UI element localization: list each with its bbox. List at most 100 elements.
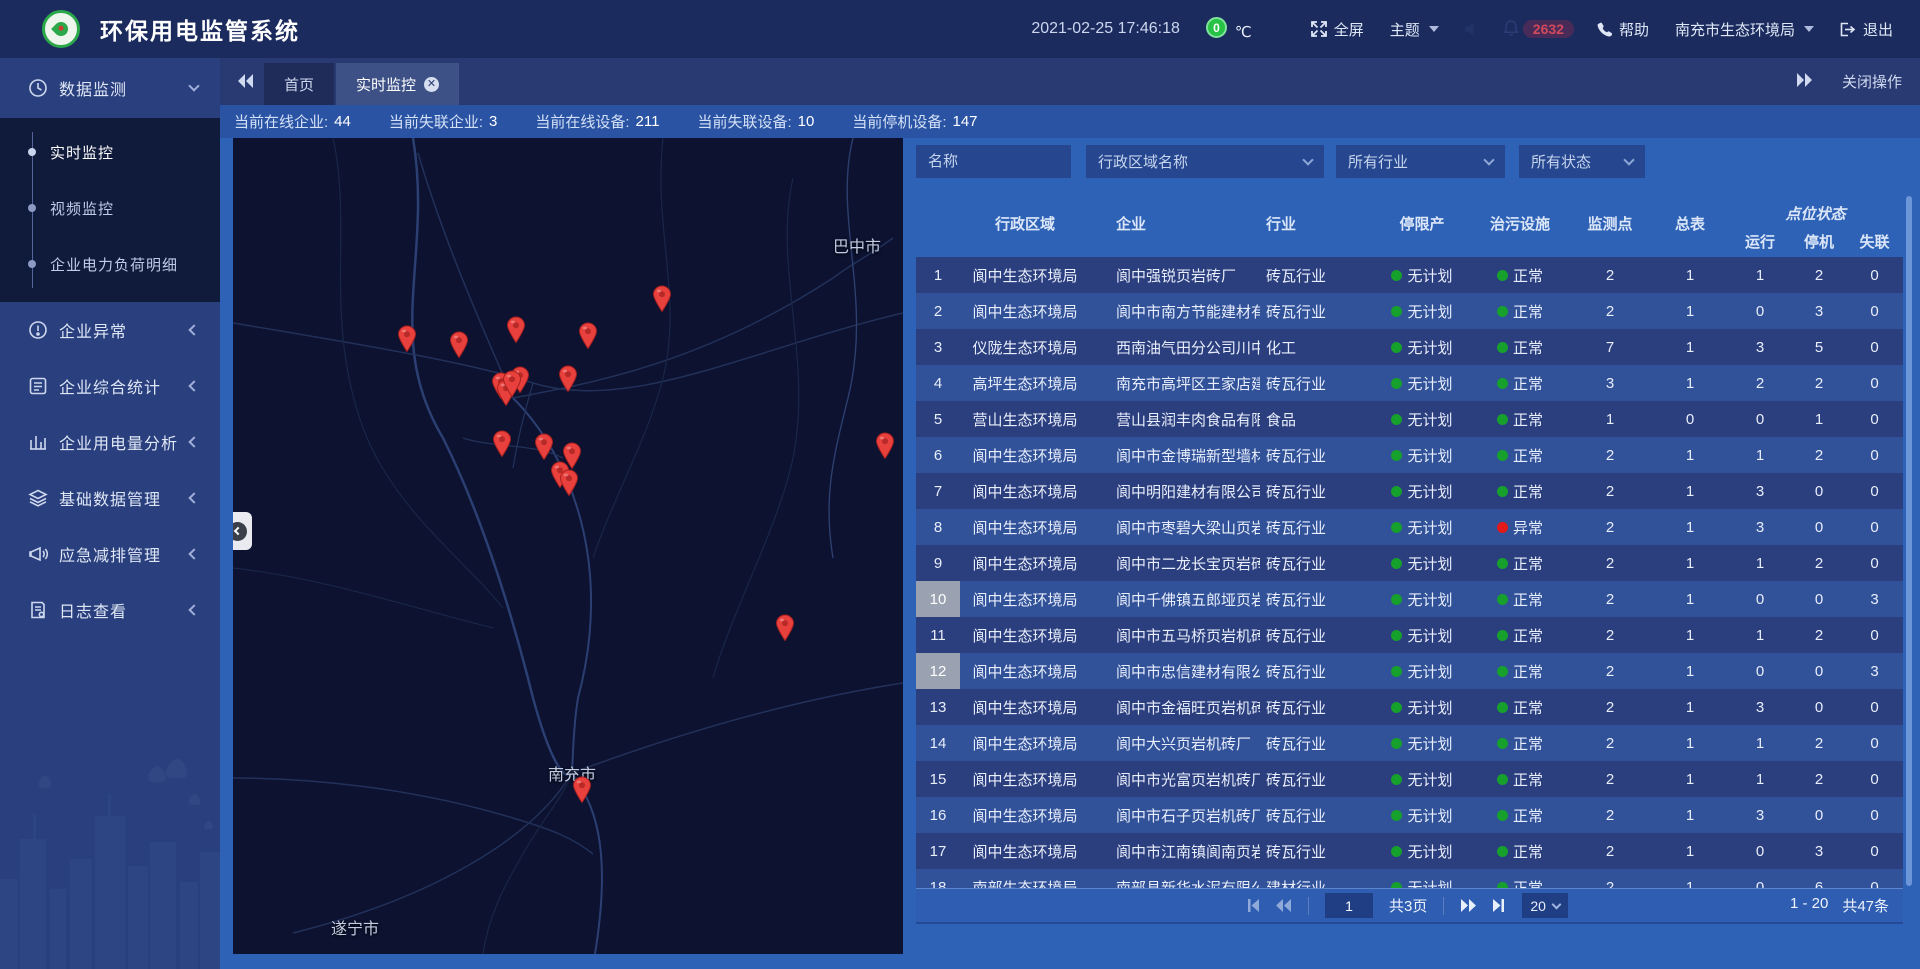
stat-value: 147 [953,113,978,130]
table-row[interactable]: 1阆中生态环境局阆中强锐页岩砖厂砖瓦行业无计划正常21120 [916,257,1903,293]
next-page-button[interactable] [1460,899,1476,912]
map-collapse-handle[interactable] [233,512,252,550]
cell-num: 17 [916,833,960,869]
sidebar-subitem[interactable]: 实时监控 [0,124,220,180]
table-row[interactable]: 14阆中生态环境局阆中大兴页岩机砖厂砖瓦行业无计划正常21120 [916,725,1903,761]
sidebar-subitem[interactable]: 视频监控 [0,180,220,236]
map-panel[interactable]: 巴中市南充市遂宁市 [233,138,903,954]
fullscreen-button[interactable]: 全屏 [1311,19,1364,40]
app-logo [42,10,80,48]
table-row[interactable]: 15阆中生态环境局阆中市光富页岩机砖厂砖瓦行业无计划正常21120 [916,761,1903,797]
table-row[interactable]: 6阆中生态环境局阆中市金博瑞新型墙材砖瓦行业无计划正常21120 [916,437,1903,473]
map-pin[interactable] [492,430,513,462]
status-filter-select[interactable]: 所有状态 [1519,145,1645,178]
table-row[interactable]: 17阆中生态环境局阆中市江南镇阆南页岩砖瓦行业无计划正常21030 [916,833,1903,869]
map-pin[interactable] [775,614,796,646]
map-pin[interactable] [875,432,896,464]
map-pin[interactable] [652,285,673,317]
sidebar-item-label: 应急减排管理 [59,542,161,566]
stat-value: 3 [489,113,497,130]
map-pin[interactable] [506,316,527,348]
cell-stop: 2 [1792,617,1846,653]
org-menu[interactable]: 南充市生态环境局 [1675,19,1814,40]
map-pin[interactable] [449,331,470,363]
cell-industry: 砖瓦行业 [1260,725,1372,761]
cell-num: 8 [916,509,960,545]
table-row[interactable]: 18南部生态环境局南部县新华水泥有限公建材行业无计划正常21060 [916,869,1903,888]
name-filter-input[interactable] [916,145,1071,178]
last-page-button[interactable] [1492,899,1506,912]
cell-region: 阆中生态环境局 [960,833,1090,869]
table-body: 1阆中生态环境局阆中强锐页岩砖厂砖瓦行业无计划正常211202阆中生态环境局阆中… [916,257,1903,888]
industry-filter-select[interactable]: 所有行业 [1336,145,1505,178]
cell-industry: 砖瓦行业 [1260,797,1372,833]
cell-limit: 无计划 [1372,257,1472,293]
tabs-scroll-left-button[interactable] [234,70,258,97]
logout-button[interactable]: 退出 [1840,19,1893,40]
cell-industry: 砖瓦行业 [1260,581,1372,617]
sidebar-item-5[interactable]: 基础数据管理 [0,470,220,526]
cell-lost: 0 [1846,833,1903,869]
map-pin[interactable] [572,776,593,808]
table-row[interactable]: 3仪陇生态环境局西南油气田分公司川中化工无计划正常71350 [916,329,1903,365]
column-header-meters: 总表 [1652,190,1728,257]
cell-company: 阆中千佛镇五郎垭页岩 [1090,581,1260,617]
status-dot-green [1391,810,1402,821]
status-dot-green [1497,774,1508,785]
table-row[interactable]: 9阆中生态环境局阆中市二龙长宝页岩砖砖瓦行业无计划正常21120 [916,545,1903,581]
table-row[interactable]: 4高坪生态环境局南充市高坪区王家店建砖瓦行业无计划正常31220 [916,365,1903,401]
close-operations-button[interactable]: 关闭操作 [1842,71,1902,92]
status-dot-green [1497,846,1508,857]
cell-company: 阆中大兴页岩机砖厂 [1090,725,1260,761]
table-row[interactable]: 8阆中生态环境局阆中市枣碧大梁山页岩砖瓦行业无计划异常21300 [916,509,1903,545]
cell-limit: 无计划 [1372,401,1472,437]
clock-icon [27,78,49,98]
scrollbar[interactable] [1906,196,1912,886]
map-pin[interactable] [559,469,580,501]
table-row[interactable]: 7阆中生态环境局阆中明阳建材有限公司砖瓦行业无计划正常21300 [916,473,1903,509]
region-filter-select[interactable]: 行政区域名称 [1086,145,1324,178]
notifications-button[interactable]: 2632 [1503,19,1574,40]
map-pin[interactable] [558,365,579,397]
sidebar-subitem[interactable]: 企业电力负荷明细 [0,236,220,292]
cell-run: 0 [1728,869,1792,888]
map-pin[interactable] [578,322,599,354]
tab-label: 首页 [284,74,314,95]
sidebar-item-4[interactable]: 企业用电量分析 [0,414,220,470]
cell-region: 阆中生态环境局 [960,725,1090,761]
page-number-input[interactable] [1325,893,1373,918]
total-pages-label: 共3页 [1389,895,1427,916]
sidebar-item-1[interactable]: 数据监测 [0,58,220,118]
first-page-button[interactable] [1246,899,1260,912]
table-row[interactable]: 11阆中生态环境局阆中市五马桥页岩机砖砖瓦行业无计划正常21120 [916,617,1903,653]
sound-button[interactable] [1465,22,1480,36]
cell-limit: 无计划 [1372,365,1472,401]
tab-实时监控[interactable]: 实时监控✕ [336,63,459,105]
table-row[interactable]: 13阆中生态环境局阆中市金福旺页岩机砖砖瓦行业无计划正常21300 [916,689,1903,725]
cell-facility: 正常 [1472,257,1568,293]
cell-industry: 砖瓦行业 [1260,545,1372,581]
status-dot-green [1391,702,1402,713]
page-size-select[interactable]: 20 [1522,893,1568,918]
app-header: 环保用电监管系统 2021-02-25 17:46:18 0 ℃ 全屏 主题 [0,0,1920,58]
sidebar-item-6[interactable]: 应急减排管理 [0,526,220,582]
table-row[interactable]: 2阆中生态环境局阆中市南方节能建材有砖瓦行业无计划正常21030 [916,293,1903,329]
table-row[interactable]: 16阆中生态环境局阆中市石子页岩机砖厂砖瓦行业无计划正常21300 [916,797,1903,833]
close-icon[interactable]: ✕ [424,77,439,92]
sidebar-item-3[interactable]: 企业综合统计 [0,358,220,414]
status-dot-green [1391,522,1402,533]
table-row[interactable]: 5营山生态环境局营山县润丰肉食品有限食品无计划正常10010 [916,401,1903,437]
chevron-down-icon [1302,154,1313,165]
map-city-label: 巴中市 [833,233,881,257]
map-pin[interactable] [397,325,418,357]
table-row[interactable]: 12阆中生态环境局阆中市忠信建材有限公砖瓦行业无计划正常21003 [916,653,1903,689]
sidebar-item-7[interactable]: 日志查看 [0,582,220,638]
map-pin[interactable] [502,370,523,402]
sidebar-item-2[interactable]: 企业异常 [0,302,220,358]
tabs-scroll-right-button[interactable] [1796,73,1812,91]
theme-menu[interactable]: 主题 [1390,19,1439,40]
help-button[interactable]: 帮助 [1597,19,1649,40]
tab-首页[interactable]: 首页 [264,63,334,105]
table-row[interactable]: 10阆中生态环境局阆中千佛镇五郎垭页岩砖瓦行业无计划正常21003 [916,581,1903,617]
prev-page-button[interactable] [1276,899,1292,912]
